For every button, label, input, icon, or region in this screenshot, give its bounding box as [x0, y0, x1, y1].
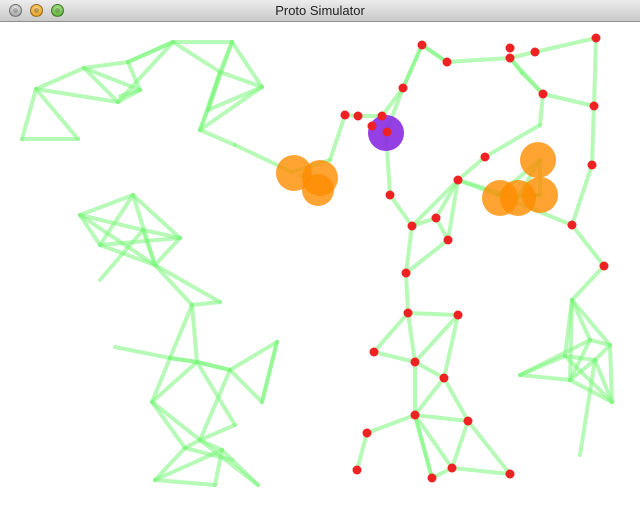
device-node[interactable]	[385, 190, 395, 200]
network-edge	[466, 419, 512, 476]
network-edge	[190, 303, 199, 364]
device-node[interactable]	[530, 47, 540, 57]
network-edge	[541, 92, 596, 108]
network-edge	[593, 343, 612, 362]
app-window: Proto Simulator	[0, 0, 640, 502]
network-edge	[450, 419, 470, 470]
title-bar[interactable]: Proto Simulator	[0, 0, 640, 22]
device-node[interactable]	[367, 121, 377, 131]
device-node[interactable]	[382, 127, 392, 137]
device-node[interactable]	[417, 40, 427, 50]
network-edge	[538, 92, 545, 127]
simulation-canvas[interactable]	[0, 22, 640, 502]
network-edge	[190, 300, 222, 307]
network-edge	[413, 413, 470, 423]
device-node[interactable]	[599, 261, 609, 271]
device-node[interactable]	[453, 175, 463, 185]
device-node[interactable]	[362, 428, 372, 438]
network-edge	[355, 431, 369, 472]
network-edge	[328, 113, 347, 162]
network-edge	[406, 311, 417, 364]
network-edge	[590, 104, 596, 167]
network-edge	[450, 466, 512, 476]
device-node[interactable]	[567, 220, 577, 230]
device-node[interactable]	[453, 310, 463, 320]
network-edge	[570, 163, 594, 227]
device-node[interactable]	[352, 465, 362, 475]
network-edge	[404, 224, 414, 275]
actuator-node[interactable]	[520, 142, 556, 178]
network-edge	[82, 60, 130, 70]
network-edge	[113, 345, 172, 360]
network-edge	[34, 66, 86, 91]
network-edge	[388, 193, 414, 228]
device-layer	[276, 33, 609, 483]
network-edge	[570, 264, 606, 302]
device-node[interactable]	[369, 347, 379, 357]
network-edge	[406, 311, 460, 317]
network-edge	[456, 155, 487, 182]
network-edge	[20, 87, 38, 141]
network-edge	[518, 373, 572, 382]
network-edge	[168, 356, 199, 364]
device-node[interactable]	[443, 235, 453, 245]
network-edge	[98, 236, 182, 247]
device-node[interactable]	[407, 221, 417, 231]
network-edge	[404, 271, 410, 315]
network-edge	[168, 303, 194, 360]
device-node[interactable]	[340, 110, 350, 120]
device-node[interactable]	[398, 83, 408, 93]
network-edge	[413, 360, 446, 380]
device-node[interactable]	[427, 473, 437, 483]
device-node[interactable]	[505, 43, 515, 53]
device-node[interactable]	[538, 89, 548, 99]
device-node[interactable]	[589, 101, 599, 111]
device-node[interactable]	[587, 160, 597, 170]
device-node[interactable]	[401, 268, 411, 278]
device-node[interactable]	[403, 308, 413, 318]
network-edge	[568, 298, 574, 382]
network-edge	[365, 413, 417, 435]
device-node[interactable]	[410, 357, 420, 367]
network-edge	[570, 223, 606, 268]
network-edge	[198, 438, 260, 487]
device-node[interactable]	[480, 152, 490, 162]
device-node[interactable]	[447, 463, 457, 473]
device-node[interactable]	[353, 111, 363, 121]
actuator-node[interactable]	[522, 177, 558, 213]
device-node[interactable]	[463, 416, 473, 426]
device-node[interactable]	[591, 33, 601, 43]
network-edge	[198, 128, 237, 147]
device-node[interactable]	[410, 410, 420, 420]
network-edge	[153, 478, 217, 487]
network-edge	[413, 376, 446, 417]
network-edge	[372, 350, 417, 364]
network-edge	[533, 36, 598, 54]
network-edge	[445, 56, 512, 64]
device-node[interactable]	[377, 111, 387, 121]
network-edge	[171, 40, 222, 74]
network-edge	[372, 311, 410, 354]
network-edge	[153, 263, 222, 304]
network-edge	[404, 238, 450, 275]
network-edge	[442, 376, 470, 423]
device-node[interactable]	[505, 53, 515, 63]
device-node[interactable]	[431, 213, 441, 223]
network-edge	[608, 343, 614, 404]
network-graph[interactable]	[0, 22, 640, 502]
network-edge	[153, 236, 182, 267]
network-edge	[401, 43, 424, 90]
network-edge	[592, 36, 598, 108]
device-node[interactable]	[505, 469, 515, 479]
device-node[interactable]	[442, 57, 452, 67]
actuator-node[interactable]	[302, 174, 334, 206]
network-edge	[420, 43, 449, 64]
device-node[interactable]	[439, 373, 449, 383]
network-edge	[228, 368, 264, 404]
window-title: Proto Simulator	[275, 3, 365, 18]
edge-layer	[20, 36, 614, 487]
